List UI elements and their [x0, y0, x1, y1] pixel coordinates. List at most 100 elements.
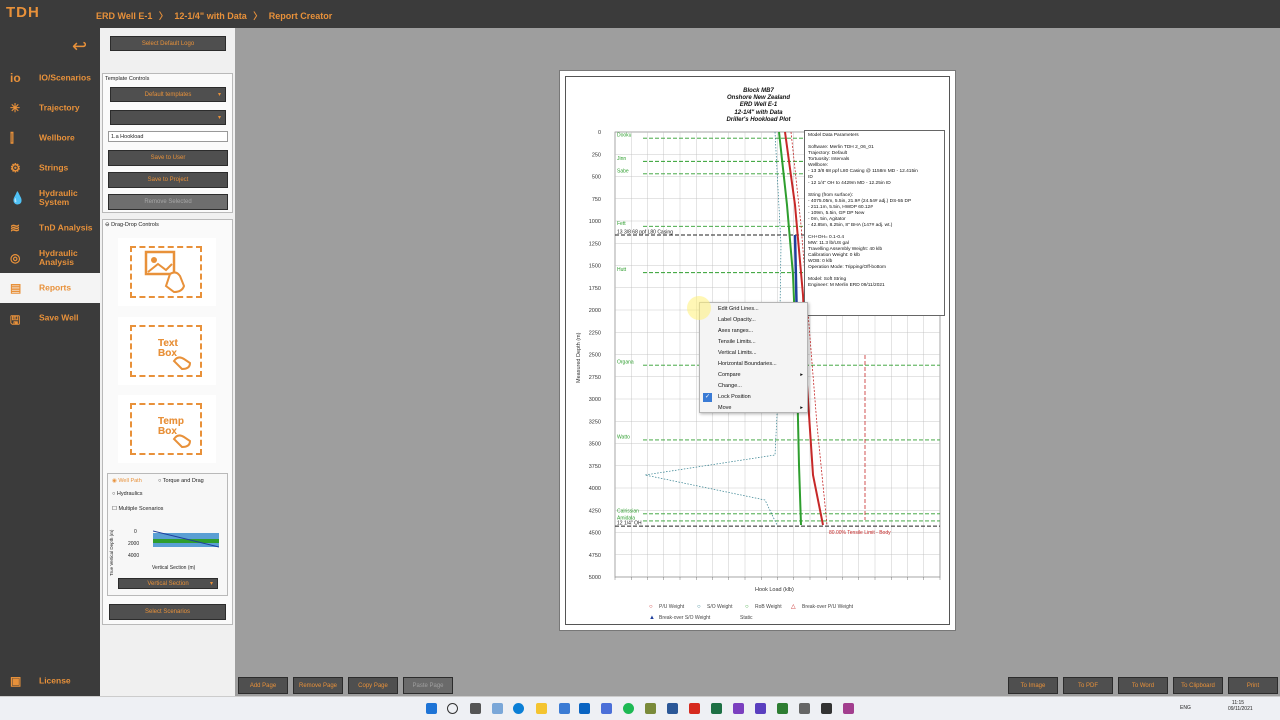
context-menu-item-label-opacity[interactable]: Label Opacity... — [718, 315, 806, 326]
chevron-down-icon: ▾ — [209, 581, 213, 587]
mini-chart-ytick: 0 — [134, 529, 137, 535]
legend-static: Static — [740, 615, 753, 621]
hand-icon — [172, 434, 192, 449]
model-parameters-box[interactable]: Model Data Parameters Software: Merlin TD… — [804, 130, 945, 316]
sidebar-item-wellbore[interactable]: ⫿ Wellbore — [0, 123, 100, 153]
sidebar-item-license[interactable]: ▣ License — [0, 666, 100, 696]
template-select-dropdown[interactable]: ▾ — [110, 110, 226, 125]
vscode-icon[interactable] — [559, 703, 570, 714]
to-image-button[interactable]: To Image — [1008, 677, 1058, 694]
sidebar-item-label: TnD Analysis — [39, 222, 93, 233]
save-to-user-button[interactable]: Save to User — [108, 150, 228, 166]
app-icon[interactable] — [601, 703, 612, 714]
remove-page-button[interactable]: Remove Page — [293, 677, 343, 694]
radio-torque-and-drag[interactable]: ○ Torque and Drag — [158, 478, 204, 484]
select-scenarios-button[interactable]: Select Scenarios — [109, 604, 226, 620]
widgets-icon[interactable] — [492, 703, 503, 714]
file-explorer-icon[interactable] — [536, 703, 547, 714]
context-menu-item-compare[interactable]: Compare ▸ — [718, 370, 806, 381]
y-tick-label: 3000 — [589, 397, 601, 403]
breadcrumb-case[interactable]: 12-1/4" with Data — [174, 11, 246, 21]
remove-selected-button[interactable]: Remove Selected — [108, 194, 228, 210]
drag-text-box-tool[interactable]: Text Box — [118, 317, 216, 385]
y-tick-label: 1000 — [589, 219, 601, 225]
copy-page-button[interactable]: Copy Page — [348, 677, 398, 694]
clock[interactable]: 11:15 09/11/2021 — [1228, 700, 1253, 712]
save-to-project-button[interactable]: Save to Project — [108, 172, 228, 188]
paste-page-button[interactable]: Paste Page — [403, 677, 453, 694]
print-button[interactable]: Print — [1228, 677, 1278, 694]
x-axis-label: Hook Load (klb) — [755, 587, 794, 593]
task-view-icon[interactable] — [470, 703, 481, 714]
legend-marker-so: ○ — [697, 604, 701, 610]
wellbore-icon: ⫿ — [10, 131, 14, 145]
tdh-app-icon[interactable] — [821, 703, 832, 714]
chart-title-line: Driller's Hookload Plot — [726, 116, 791, 123]
multiple-scenarios-checkbox[interactable]: ☐ Multiple Scenarios — [112, 506, 163, 512]
sidebar-item-trajectory[interactable]: ✳ Trajectory — [0, 93, 100, 123]
context-menu-item-move[interactable]: Move ▸ — [718, 403, 806, 414]
y-tick-label: 500 — [592, 175, 601, 181]
to-clipboard-button[interactable]: To Clipboard — [1173, 677, 1223, 694]
context-menu-item-horizontal-boundaries[interactable]: Horizontal Boundaries... — [718, 359, 806, 370]
save-icon: 🖫 — [10, 313, 21, 327]
chart-context-menu: Edit Grid Lines... Label Opacity... Axes r… — [699, 302, 808, 413]
submenu-arrow-icon: ▸ — [800, 372, 803, 378]
language-indicator[interactable]: ENG — [1180, 705, 1191, 711]
radio-hydraulics[interactable]: ○ Hydraulics — [112, 491, 143, 497]
y-tick-label: 1750 — [589, 286, 601, 292]
notepad-icon[interactable] — [645, 703, 656, 714]
template-name-input[interactable]: 1.a Hookload — [108, 131, 228, 142]
select-default-logo-button[interactable]: Select Default Logo — [110, 36, 226, 51]
sidebar-item-reports[interactable]: ▤ Reports — [0, 273, 100, 303]
settings-icon[interactable] — [799, 703, 810, 714]
mini-chart-xlabel: Vertical Section (m) — [152, 565, 196, 571]
formation-label: Dooku — [617, 133, 632, 139]
word-icon[interactable] — [667, 703, 678, 714]
start-icon[interactable] — [426, 703, 437, 714]
sidebar-item-save-well[interactable]: 🖫 Save Well — [0, 303, 100, 333]
sidebar-item-hydraulic-analysis[interactable]: ◎ Hydraulic Analysis — [0, 243, 100, 273]
checkbox-label: Multiple Scenarios — [118, 506, 164, 512]
to-word-button[interactable]: To Word — [1118, 677, 1168, 694]
y-tick-label: 2500 — [589, 353, 601, 359]
drag-temp-box-tool[interactable]: Temp Box — [118, 395, 216, 463]
template-controls-group: Template Controls Default templates ▾ ▾ … — [102, 73, 233, 213]
context-menu-item-axes-ranges[interactable]: Axes ranges... — [718, 326, 806, 337]
y-axis-ticks: 0 250 500 750 1000 1250 1500 1750 2000 2250 2500 27… — [589, 130, 601, 581]
sidebar-item-strings[interactable]: ⚙ Strings — [0, 153, 100, 183]
context-menu-item-tensile-limits[interactable]: Tensile Limits... — [718, 337, 806, 348]
add-page-button[interactable]: Add Page — [238, 677, 288, 694]
drag-image-tool[interactable] — [118, 238, 216, 306]
sidebar-item-hydraulic-system[interactable]: 💧 Hydraulic System — [0, 183, 100, 213]
app-icon[interactable] — [777, 703, 788, 714]
sidebar-item-tnd-analysis[interactable]: ≋ TnD Analysis — [0, 213, 100, 243]
breadcrumb-well[interactable]: ERD Well E-1 — [96, 11, 152, 21]
teams-icon[interactable] — [755, 703, 766, 714]
sidebar-item-label: License — [39, 675, 71, 686]
mini-chart-ytick: 2000 — [128, 541, 140, 547]
acrobat-icon[interactable] — [689, 703, 700, 714]
spotify-icon[interactable] — [623, 703, 634, 714]
default-templates-dropdown[interactable]: Default templates ▾ — [110, 87, 226, 102]
excel-icon[interactable] — [711, 703, 722, 714]
app-icon[interactable] — [843, 703, 854, 714]
context-menu-item-vertical-limits[interactable]: Vertical Limits... — [718, 348, 806, 359]
vertical-section-dropdown[interactable]: Vertical Section ▾ — [118, 578, 218, 589]
formation-label: Watto — [617, 434, 630, 440]
radio-well-path[interactable]: ◉ Well Path — [112, 478, 142, 484]
outlook-icon[interactable] — [579, 703, 590, 714]
tensile-limit-label: 80.00% Tensile Limit - Body — [829, 530, 891, 536]
search-icon[interactable] — [447, 703, 458, 714]
back-arrow-icon[interactable]: ↩ — [72, 36, 87, 57]
context-menu-item-change[interactable]: Change... — [718, 381, 806, 392]
y-tick-label: 3250 — [589, 419, 601, 425]
breadcrumb-separator: 〉 — [253, 11, 263, 21]
context-menu-item-lock-position[interactable]: Lock Position ✓ — [703, 392, 806, 403]
to-pdf-button[interactable]: To PDF — [1063, 677, 1113, 694]
visual-studio-icon[interactable] — [733, 703, 744, 714]
edge-icon[interactable] — [513, 703, 524, 714]
sidebar-item-io-scenarios[interactable]: io IO/Scenarios — [0, 63, 100, 93]
context-menu-item-edit-grid-lines[interactable]: Edit Grid Lines... — [718, 304, 806, 315]
sidebar-item-label: Trajectory — [39, 102, 80, 113]
